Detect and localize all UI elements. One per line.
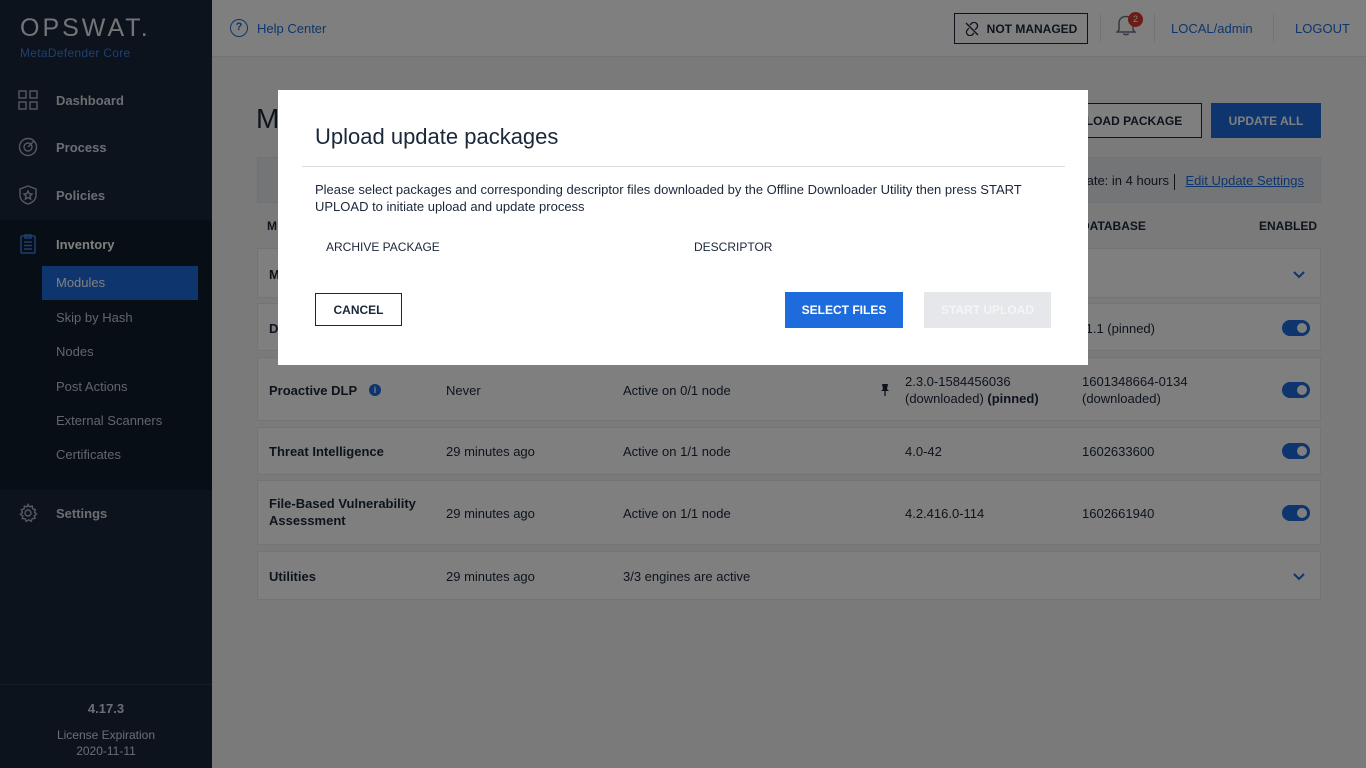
upload-packages-dialog: Upload update packages Please select pac…: [278, 90, 1088, 365]
cancel-button[interactable]: CANCEL: [315, 293, 402, 326]
dialog-divider: [302, 166, 1065, 167]
dialog-description: Please select packages and corresponding…: [315, 182, 1022, 214]
descriptor-column-header: DESCRIPTOR: [694, 240, 773, 254]
archive-package-column-header: ARCHIVE PACKAGE: [326, 240, 440, 254]
dialog-title: Upload update packages: [315, 124, 559, 149]
start-upload-button[interactable]: START UPLOAD: [924, 292, 1051, 328]
select-files-button[interactable]: SELECT FILES: [785, 292, 903, 328]
